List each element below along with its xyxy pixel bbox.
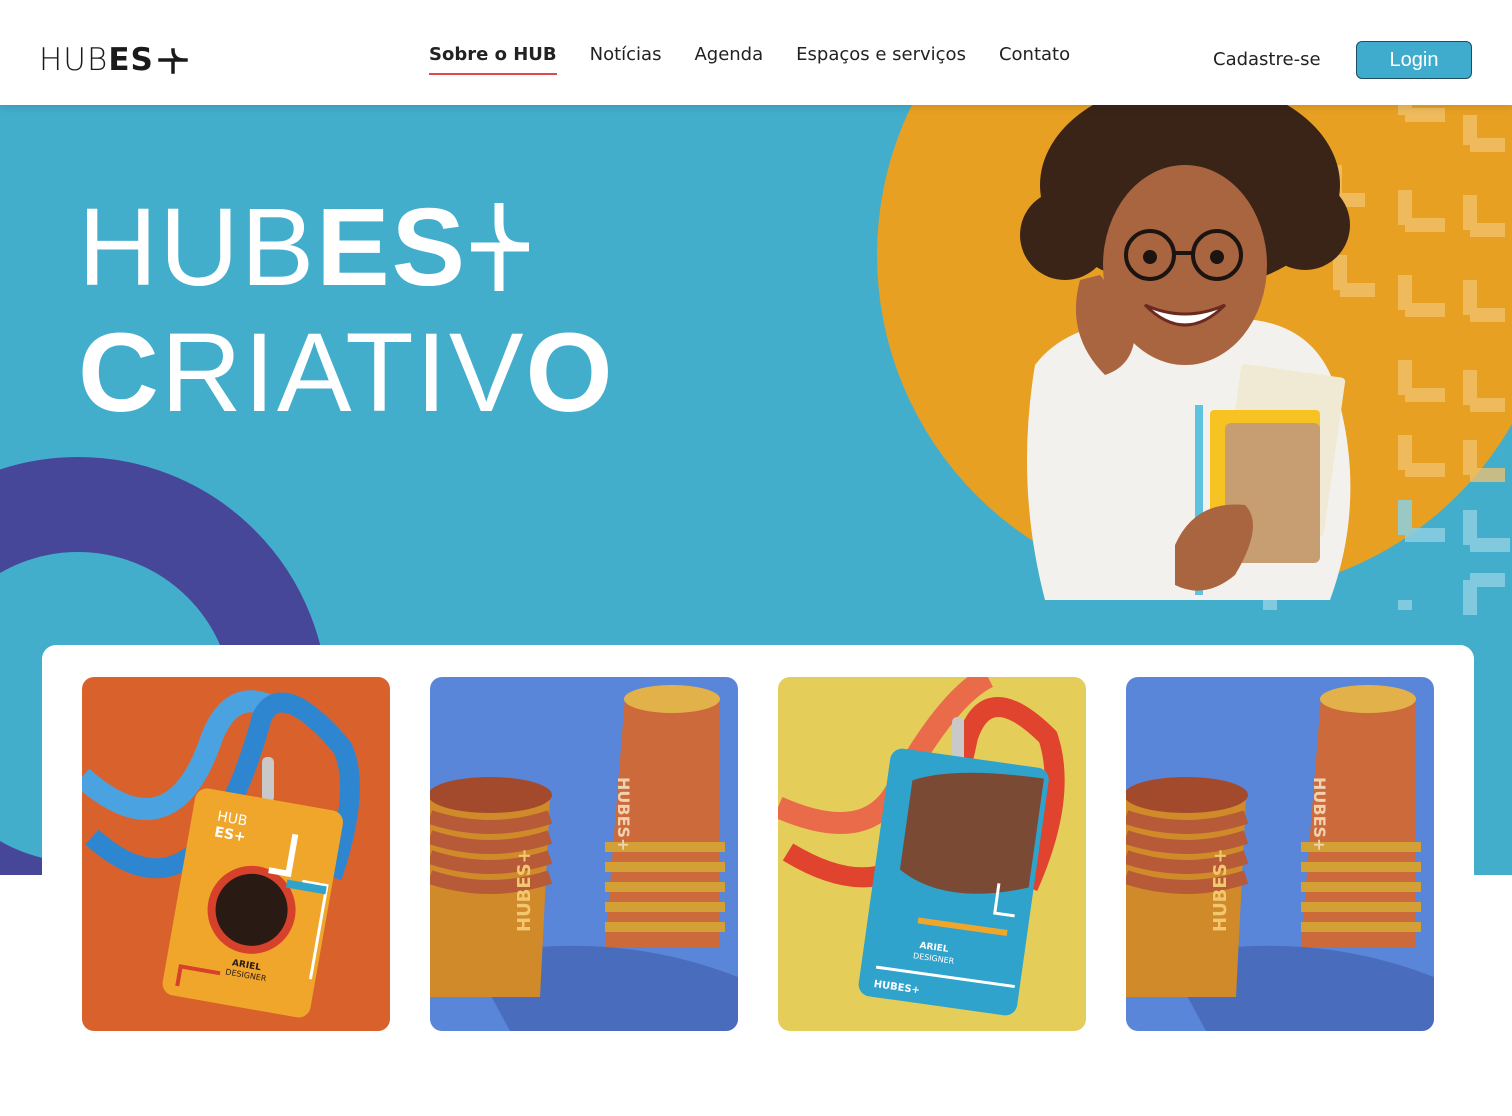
gallery-tile-cups-blue-2[interactable]: HUBES+ HUBES+ (1126, 677, 1434, 1031)
hero-title-thin: HUB (78, 186, 317, 309)
login-button[interactable]: Login (1356, 41, 1472, 79)
cups-blue-image: HUBES+ HUBES+ (430, 677, 738, 1031)
gallery-tile-cups-blue[interactable]: HUBES+ HUBES+ (430, 677, 738, 1031)
hero-plus-icon (471, 203, 529, 291)
hero-title-line2: CRIATIVO (78, 317, 615, 429)
cup4-left-brand: HUBES+ (1210, 848, 1231, 932)
logo-plus-icon (158, 48, 188, 74)
nav-sobre-o-hub[interactable]: Sobre o HUB (429, 44, 557, 75)
hero-c-letter: C (78, 310, 161, 435)
hero-riativ-letters: RIATIV (160, 310, 526, 435)
logo-bold-text: ES (108, 42, 154, 78)
nav-noticias[interactable]: Notícias (590, 44, 662, 75)
hubes-logo[interactable]: HUB ES (39, 42, 190, 78)
signup-link[interactable]: Cadastre-se (1213, 49, 1321, 70)
gallery-card: HUB ES+ ARIEL DESIGNER HUBES+ HUBES+ ARI… (42, 645, 1474, 1116)
hero-title-bold: ES (316, 186, 467, 309)
nav-espacos-e-servicos[interactable]: Espaços e serviços (796, 44, 966, 75)
hero-o-letter: O (525, 310, 615, 435)
hero-woman-photo (1020, 105, 1351, 600)
cups-blue-image-2: HUBES+ HUBES+ (1126, 677, 1434, 1031)
cup2-left-brand: HUBES+ (514, 848, 535, 932)
cup2-right-brand: HUBES+ (614, 777, 633, 851)
site-header: HUB ES Sobre o HUB Notícias Agenda Espaço… (0, 0, 1512, 105)
nav-agenda[interactable]: Agenda (694, 44, 763, 75)
gallery-tile-badge-orange[interactable]: HUB ES+ ARIEL DESIGNER (82, 677, 390, 1031)
hero-title-line1: HUB ES (78, 193, 615, 303)
cup4-right-brand: HUBES+ (1310, 777, 1329, 851)
logo-thin-text: HUB (39, 42, 109, 78)
hero-title: HUB ES CRIATIVO (78, 193, 615, 429)
logo-wordmark: HUB ES (39, 42, 154, 78)
nav-contato[interactable]: Contato (999, 44, 1070, 75)
gallery-tile-badge-yellow[interactable]: ARIEL DESIGNER HUBES+ (778, 677, 1086, 1031)
badge-yellow-image: ARIEL DESIGNER HUBES+ (778, 677, 1086, 1031)
badge-orange-image: HUB ES+ ARIEL DESIGNER (82, 677, 390, 1031)
main-nav: Sobre o HUB Notícias Agenda Espaços e se… (429, 44, 1070, 75)
